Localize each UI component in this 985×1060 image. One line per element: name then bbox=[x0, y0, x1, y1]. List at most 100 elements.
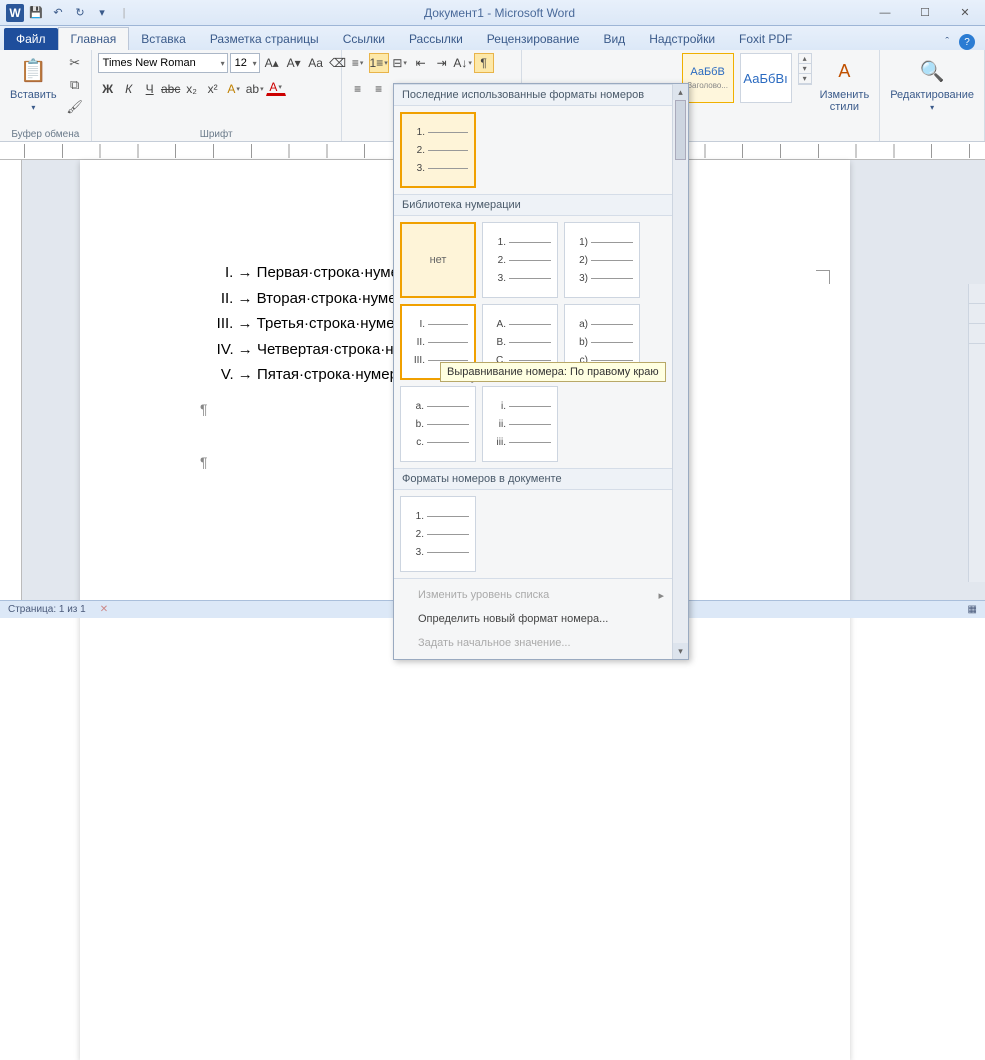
tab-insert[interactable]: Вставка bbox=[129, 28, 198, 50]
scroll-down-icon[interactable]: ▾ bbox=[673, 643, 688, 659]
subscript-icon[interactable]: x₂ bbox=[182, 79, 202, 99]
copy-icon[interactable]: ⧉ bbox=[65, 75, 85, 95]
vertical-ruler[interactable] bbox=[0, 160, 22, 600]
view-print-icon[interactable]: ▦ bbox=[968, 604, 977, 615]
bold-icon[interactable]: Ж bbox=[98, 79, 118, 99]
close-button[interactable]: ✕ bbox=[945, 0, 985, 26]
qat-divider: | bbox=[114, 3, 134, 23]
paste-label: Вставить bbox=[10, 89, 57, 101]
align-center-icon[interactable]: ≡ bbox=[369, 79, 389, 99]
none-label: нет bbox=[430, 254, 447, 266]
tab-mailings[interactable]: Рассылки bbox=[397, 28, 475, 50]
menu-define-format[interactable]: Определить новый формат номера... bbox=[394, 607, 688, 631]
numitem-roman-lower[interactable]: i. ii. iii. bbox=[482, 386, 558, 462]
increase-indent-icon[interactable]: ⇥ bbox=[432, 53, 452, 73]
change-styles-icon: A bbox=[828, 55, 860, 87]
group-clipboard: 📋 Вставить ▾ ✂ ⧉ 🖌 Буфер обмена bbox=[0, 50, 92, 141]
numitem-recent-arabic[interactable]: 1. 2. 3. bbox=[400, 112, 476, 188]
title-bar: W 💾 ↶ ↻ ▾ | Документ1 - Microsoft Word —… bbox=[0, 0, 985, 26]
maximize-button[interactable]: ☐ bbox=[905, 0, 945, 26]
change-styles-label: Изменить стили bbox=[820, 89, 870, 113]
grow-font-icon[interactable]: A▴ bbox=[262, 53, 282, 73]
style-sample-2: АаБбВı bbox=[743, 71, 787, 86]
status-divider: ✕ bbox=[100, 604, 108, 615]
multilevel-icon[interactable]: ⊟ bbox=[390, 53, 410, 73]
editing-label: Редактирование bbox=[890, 89, 974, 101]
format-painter-icon[interactable]: 🖌 bbox=[65, 97, 85, 117]
style-preview-2[interactable]: АаБбВı bbox=[740, 53, 792, 103]
group-font: Times New Roman 12 A▴ A▾ Aa ⌫ Ж К Ч abc … bbox=[92, 50, 342, 141]
undo-icon[interactable]: ↶ bbox=[48, 3, 68, 23]
style-scroll-down-icon[interactable]: ▾ bbox=[799, 64, 811, 74]
numitem-arabic-dot[interactable]: 1. 2. 3. bbox=[482, 222, 558, 298]
tab-review[interactable]: Рецензирование bbox=[475, 28, 592, 50]
section-indoc: Форматы номеров в документе bbox=[394, 468, 688, 490]
numitem-indoc-arabic[interactable]: 1. 2. 3. bbox=[400, 496, 476, 572]
editing-button[interactable]: 🔍 Редактирование ▾ bbox=[886, 53, 978, 114]
tooltip: Выравнивание номера: По правому краю bbox=[440, 362, 666, 382]
numitem-latin-lower-dot[interactable]: a. b. c. bbox=[400, 386, 476, 462]
qat-more-icon[interactable]: ▾ bbox=[92, 3, 112, 23]
align-left-icon[interactable]: ≡ bbox=[348, 79, 368, 99]
show-marks-icon[interactable]: ¶ bbox=[474, 53, 494, 73]
section-library: Библиотека нумерации bbox=[394, 194, 688, 216]
text-effects-icon[interactable]: A bbox=[224, 79, 244, 99]
style-scroll-more-icon[interactable]: ▾ bbox=[799, 74, 811, 84]
bullets-icon[interactable]: ≡ bbox=[348, 53, 368, 73]
font-size-combo[interactable]: 12 bbox=[230, 53, 260, 73]
underline-icon[interactable]: Ч bbox=[140, 79, 160, 99]
word-icon: W bbox=[6, 4, 24, 22]
style-preview-1[interactable]: АаБбВЗаголово... bbox=[682, 53, 734, 103]
scroll-up-icon[interactable]: ▴ bbox=[673, 84, 688, 100]
tab-layout[interactable]: Разметка страницы bbox=[198, 28, 331, 50]
tab-file[interactable]: Файл bbox=[4, 28, 58, 50]
scroll-thumb[interactable] bbox=[675, 100, 686, 160]
numitem-arabic-paren[interactable]: 1) 2) 3) bbox=[564, 222, 640, 298]
tab-view[interactable]: Вид bbox=[591, 28, 637, 50]
clipboard-group-label: Буфер обмена bbox=[6, 127, 85, 140]
style-gallery-scroll: ▴ ▾ ▾ bbox=[798, 53, 812, 85]
clipboard-icon: 📋 bbox=[17, 55, 49, 87]
highlight-icon[interactable]: ab bbox=[245, 79, 265, 99]
numitem-none[interactable]: нет bbox=[400, 222, 476, 298]
find-icon: 🔍 bbox=[916, 55, 948, 87]
change-case-icon[interactable]: Aa bbox=[306, 53, 326, 73]
minimize-button[interactable]: — bbox=[865, 0, 905, 26]
tab-foxit[interactable]: Foxit PDF bbox=[727, 28, 804, 50]
style-name-1: Заголово... bbox=[687, 81, 728, 90]
font-name-combo[interactable]: Times New Roman bbox=[98, 53, 228, 73]
superscript-icon[interactable]: x² bbox=[203, 79, 223, 99]
group-styles: АаБбВЗаголово... АаБбВı ▴ ▾ ▾ A Изменить… bbox=[676, 50, 881, 141]
shrink-font-icon[interactable]: A▾ bbox=[284, 53, 304, 73]
section-recent: Последние использованные форматы номеров bbox=[394, 84, 688, 106]
margin-mark-tr bbox=[816, 270, 830, 284]
editing-group-label bbox=[886, 127, 978, 140]
style-scroll-up-icon[interactable]: ▴ bbox=[799, 54, 811, 64]
paste-button[interactable]: 📋 Вставить ▾ bbox=[6, 53, 61, 114]
styles-group-label bbox=[682, 127, 874, 140]
numbering-icon[interactable]: 1≡ bbox=[369, 53, 389, 73]
decrease-indent-icon[interactable]: ⇤ bbox=[411, 53, 431, 73]
tab-references[interactable]: Ссылки bbox=[331, 28, 397, 50]
cut-icon[interactable]: ✂ bbox=[65, 53, 85, 73]
save-icon[interactable]: 💾 bbox=[26, 3, 46, 23]
ribbon-minimize-icon[interactable]: ˆ bbox=[945, 36, 949, 48]
tab-addins[interactable]: Надстройки bbox=[637, 28, 727, 50]
quick-access-toolbar: W 💾 ↶ ↻ ▾ | bbox=[0, 3, 134, 23]
change-styles-button[interactable]: A Изменить стили bbox=[816, 53, 874, 115]
sort-icon[interactable]: A↓ bbox=[453, 53, 473, 73]
menu-set-value: Задать начальное значение... bbox=[394, 631, 688, 655]
tab-home[interactable]: Главная bbox=[58, 27, 130, 50]
italic-icon[interactable]: К bbox=[119, 79, 139, 99]
font-color-icon[interactable]: A bbox=[266, 79, 286, 96]
font-group-label: Шрифт bbox=[98, 127, 335, 140]
help-icon[interactable]: ? bbox=[959, 34, 975, 50]
window-controls: — ☐ ✕ bbox=[865, 0, 985, 26]
vertical-scrollbar[interactable] bbox=[968, 284, 985, 582]
group-editing: 🔍 Редактирование ▾ bbox=[880, 50, 985, 141]
redo-icon[interactable]: ↻ bbox=[70, 3, 90, 23]
ribbon-tabs: Файл Главная Вставка Разметка страницы С… bbox=[0, 26, 985, 50]
page-status[interactable]: Страница: 1 из 1 bbox=[8, 604, 86, 615]
dropdown-scrollbar[interactable]: ▴ ▾ bbox=[672, 84, 688, 659]
strike-icon[interactable]: abc bbox=[161, 79, 181, 99]
